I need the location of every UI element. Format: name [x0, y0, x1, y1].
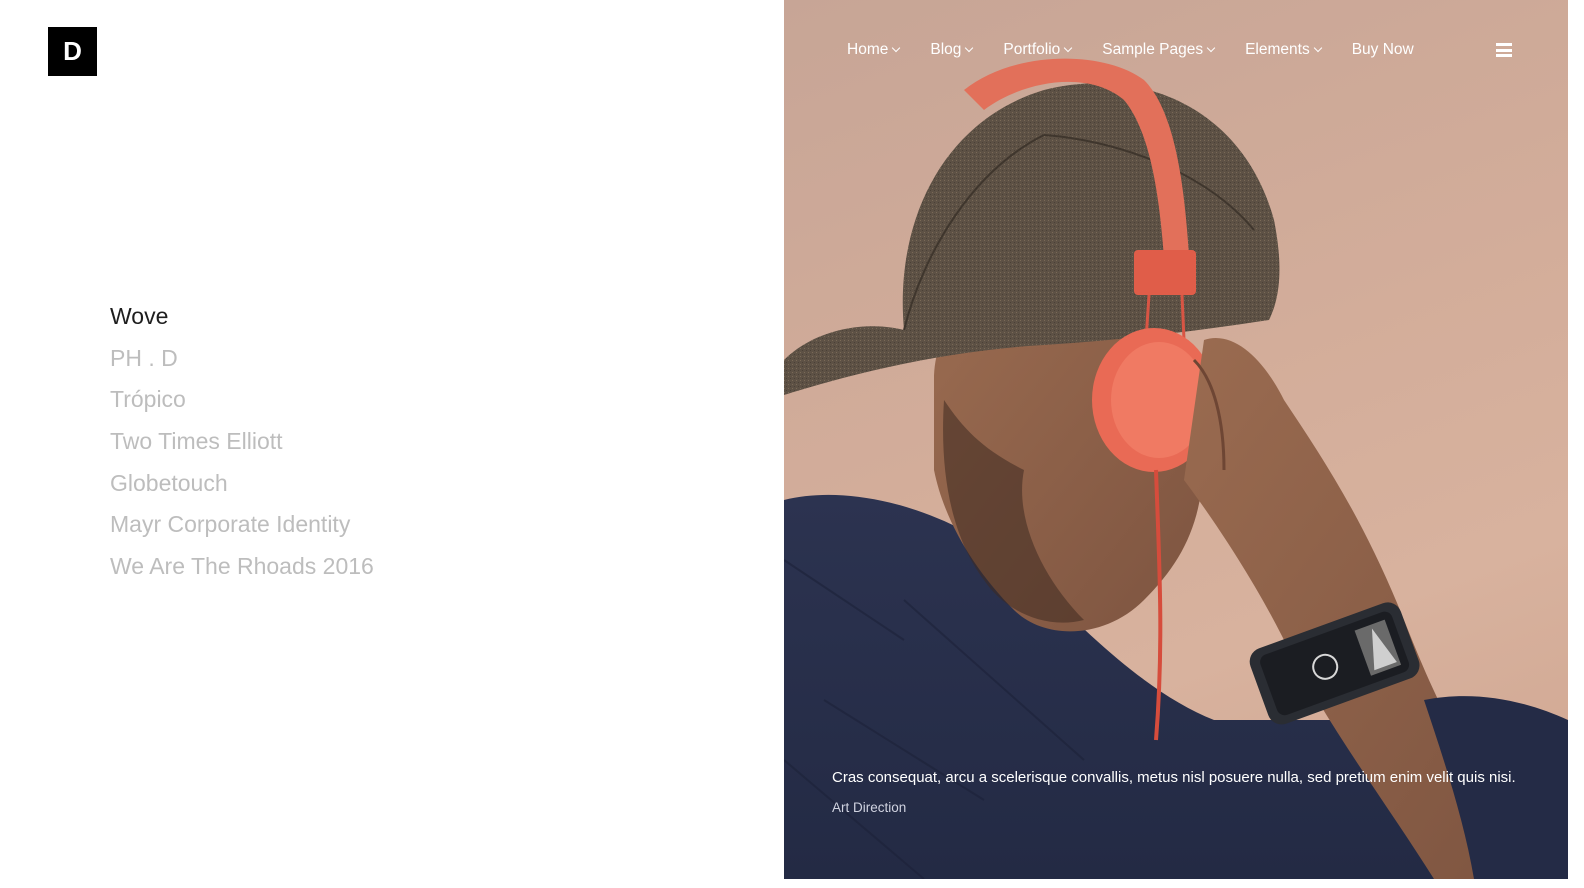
nav-item-label: Portfolio	[1003, 41, 1061, 58]
nav-item-buy-now[interactable]: Buy Now	[1352, 38, 1414, 62]
feature-caption-text: Cras consequat, arcu a scelerisque conva…	[832, 769, 1516, 786]
chevron-down-icon	[1064, 43, 1073, 53]
left-pane: D Wove PH . D Trópico Two Times Elliott …	[0, 0, 784, 888]
logo[interactable]: D	[48, 27, 97, 76]
main-nav: Home Blog Portfolio Sample Pages Element…	[847, 38, 1445, 62]
nav-item-label: Blog	[930, 41, 962, 58]
page: D Wove PH . D Trópico Two Times Elliott …	[0, 0, 1584, 888]
nav-item-label: Buy Now	[1351, 41, 1414, 58]
project-item-globetouch[interactable]: Globetouch	[110, 463, 374, 505]
project-item-mayr[interactable]: Mayr Corporate Identity	[110, 504, 374, 546]
project-list: Wove PH . D Trópico Two Times Elliott Gl…	[110, 296, 374, 588]
nav-item-home[interactable]: Home	[847, 38, 901, 62]
feature-category[interactable]: Art Direction	[832, 800, 1522, 815]
project-item-tropico[interactable]: Trópico	[110, 379, 374, 421]
featured-project-image	[784, 58, 1568, 879]
menu-bar	[1496, 48, 1512, 52]
project-item-phd[interactable]: PH . D	[110, 338, 374, 380]
nav-item-label: Home	[847, 41, 889, 58]
nav-item-elements[interactable]: Elements	[1245, 38, 1322, 62]
nav-item-blog[interactable]: Blog	[930, 38, 974, 62]
chevron-down-icon	[892, 43, 901, 53]
project-item-two-times-elliott[interactable]: Two Times Elliott	[110, 421, 374, 463]
menu-bar	[1496, 54, 1512, 57]
nav-item-portfolio[interactable]: Portfolio	[1003, 38, 1073, 62]
nav-item-label: Sample Pages	[1102, 41, 1204, 58]
featured-project-panel[interactable]: Home Blog Portfolio Sample Pages Element…	[784, 0, 1568, 879]
nav-item-sample-pages[interactable]: Sample Pages	[1102, 38, 1216, 62]
chevron-down-icon	[965, 43, 974, 53]
chevron-down-icon	[1206, 43, 1216, 53]
logo-letter: D	[63, 36, 82, 66]
chevron-down-icon	[1313, 43, 1322, 53]
nav-item-label: Elements	[1245, 41, 1310, 58]
project-item-wove[interactable]: Wove	[110, 296, 374, 338]
hamburger-menu-icon[interactable]	[1496, 43, 1512, 58]
feature-caption: Cras consequat, arcu a scelerisque conva…	[832, 764, 1522, 815]
menu-bar	[1496, 43, 1512, 46]
project-item-rhoads[interactable]: We Are The Rhoads 2016	[110, 546, 374, 588]
